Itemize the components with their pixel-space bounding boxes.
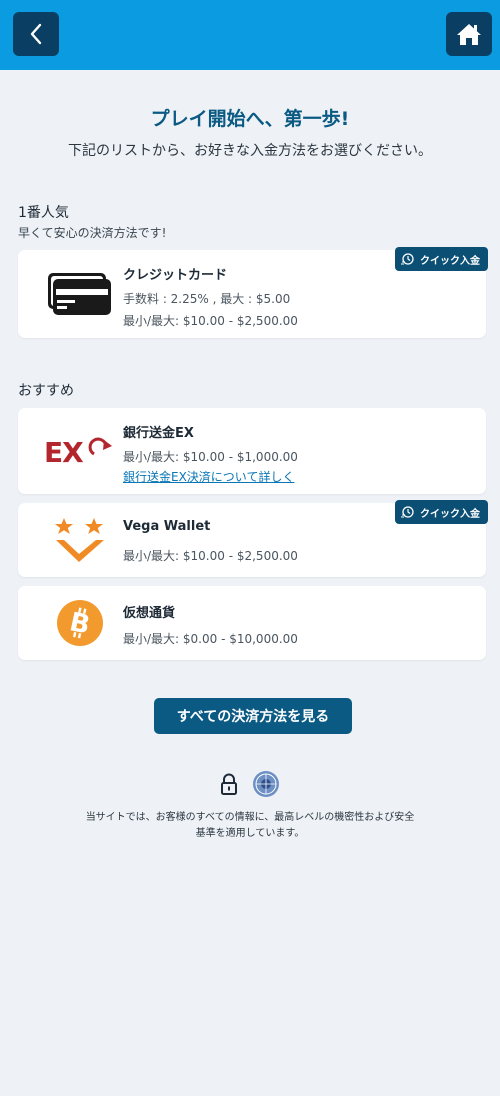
security-icons (0, 770, 500, 798)
security-seal-icon (253, 771, 279, 797)
vega-wallet-logo (32, 513, 128, 567)
lock-icon (221, 773, 237, 795)
chevron-left-icon (30, 23, 42, 45)
bank-ex-info-link[interactable]: 銀行送金EX決済について詳しく (123, 468, 294, 485)
payment-name: クレジットカード (123, 268, 228, 283)
payment-name: 銀行送金EX (123, 426, 194, 441)
quick-deposit-icon (401, 253, 414, 265)
svg-text:EX: EX (44, 436, 84, 468)
view-all-methods-button[interactable]: すべての決済方法を見る (154, 698, 352, 734)
back-button[interactable] (13, 12, 59, 56)
payment-name: 仮想通貨 (123, 606, 176, 621)
payment-card-credit[interactable]: クレジットカード 手数料 : 2.25% , 最大 : $5.00 最小/最大:… (18, 247, 488, 338)
home-button[interactable] (446, 12, 492, 56)
home-icon (457, 24, 481, 45)
quick-deposit-icon (401, 506, 414, 518)
section-title-recommended: おすすめ (18, 383, 74, 399)
page-title: プレイ開始へ、第一歩! (150, 108, 350, 130)
page-subtitle: 下記のリストから、お好きな入金方法をお選びください。 (68, 143, 432, 159)
section-subtitle-popular: 早くて安心の決済方法です! (18, 226, 167, 240)
section-title-popular: 1番人気 (18, 205, 69, 221)
payment-limits: 最小/最大: $10.00 - $1,000.00 (123, 450, 298, 464)
security-note: 当サイトでは、お客様のすべての情報に、最高レベルの機密性および安全 基準を適用し… (85, 812, 415, 839)
quick-deposit-label: クイック入金 (420, 255, 480, 267)
payment-limits: 最小/最大: $10.00 - $2,500.00 (123, 549, 298, 563)
bitcoin-icon: B (32, 598, 128, 648)
payment-name: Vega Wallet (123, 519, 211, 534)
payment-card-vega[interactable]: Vega Wallet 最小/最大: $10.00 - $2,500.00 クイ… (18, 500, 488, 577)
payment-limits: 最小/最大: $10.00 - $2,500.00 (123, 314, 298, 328)
payment-limits: 最小/最大: $0.00 - $10,000.00 (123, 632, 298, 646)
payment-fee: 手数料 : 2.25% , 最大 : $5.00 (123, 292, 291, 306)
credit-card-icon (32, 266, 128, 322)
quick-deposit-badge: クイック入金 (395, 247, 488, 271)
bank-transfer-ex-logo: EX (32, 426, 128, 476)
payment-card-bank[interactable]: EX 銀行送金EX 最小/最大: $10.00 - $1,000.00 銀行送金… (18, 408, 486, 494)
top-bar (0, 0, 500, 70)
payment-card-crypto[interactable]: B 仮想通貨 最小/最大: $0.00 - $10,000.00 (18, 586, 486, 660)
quick-deposit-badge: クイック入金 (395, 500, 488, 524)
quick-deposit-label: クイック入金 (420, 508, 480, 520)
